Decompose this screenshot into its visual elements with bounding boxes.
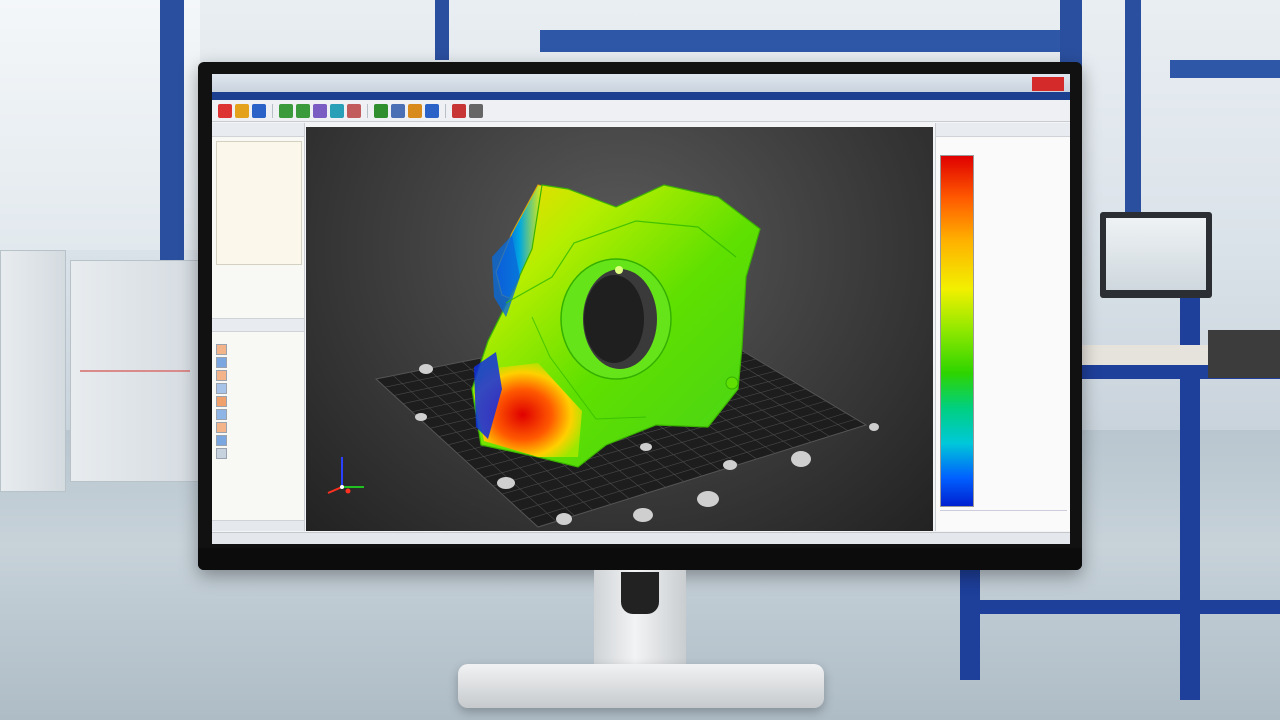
viewport-canvas[interactable]: [306, 127, 933, 531]
background-machine: [1208, 330, 1280, 378]
tree-item[interactable]: [217, 153, 301, 164]
open-icon[interactable]: [235, 103, 249, 118]
result-item[interactable]: [216, 356, 300, 369]
bore-hole-inner: [584, 275, 644, 363]
tree-item[interactable]: [217, 142, 301, 153]
mesh-icon[interactable]: [425, 103, 439, 118]
tree-item[interactable]: [217, 186, 301, 197]
result-item[interactable]: [216, 408, 300, 421]
result-item[interactable]: [216, 382, 300, 395]
steel-column: [435, 0, 449, 60]
toolbar-separator: [445, 103, 446, 118]
analyze-icon[interactable]: [452, 103, 466, 118]
background-monitor-screen: [1106, 218, 1206, 290]
results-section-header: [212, 318, 304, 332]
title-bar: [212, 74, 1070, 92]
tree-item[interactable]: [217, 197, 301, 208]
undo-icon[interactable]: [279, 103, 293, 118]
result-item[interactable]: [216, 369, 300, 382]
redo-icon[interactable]: [296, 103, 310, 118]
result-thumbnail-icon: [216, 357, 227, 368]
property-row: [216, 280, 300, 291]
blue-rack-post: [960, 560, 980, 680]
steel-beam: [540, 30, 1080, 52]
cut-icon[interactable]: [313, 103, 327, 118]
paste-icon[interactable]: [347, 103, 361, 118]
result-thumbnail-icon: [216, 370, 227, 381]
brand-logo: [1032, 77, 1064, 91]
tree-item[interactable]: [217, 208, 301, 219]
cabinet-stripe: [80, 370, 190, 372]
tree-item[interactable]: [217, 219, 301, 230]
ribbon-strip: [212, 92, 1070, 100]
copy-icon[interactable]: [330, 103, 344, 118]
model-tree-panel: [212, 123, 305, 531]
property-row: [216, 269, 300, 280]
monitor-chin: [198, 548, 1082, 570]
bore-marker: [615, 266, 623, 274]
steel-column: [1125, 0, 1141, 230]
tree-item[interactable]: [217, 230, 301, 241]
tree-item[interactable]: [217, 175, 301, 186]
color-scale-bar: [940, 155, 974, 507]
panel-footer: [212, 520, 304, 531]
result-item[interactable]: [216, 447, 300, 460]
3d-viewport[interactable]: [306, 127, 933, 531]
app-window: [212, 74, 1070, 544]
tree-item[interactable]: [217, 241, 301, 252]
result-item[interactable]: [216, 421, 300, 434]
legend-panel: [935, 123, 1070, 531]
steel-column: [160, 0, 184, 300]
rotate-icon[interactable]: [374, 103, 388, 118]
result-thumbnail-icon: [216, 448, 227, 459]
result-thumbnail-icon: [216, 396, 227, 407]
zoom-icon[interactable]: [391, 103, 405, 118]
result-thumbnail-icon: [216, 409, 227, 420]
result-item[interactable]: [216, 343, 300, 356]
status-bar: [212, 532, 1070, 544]
result-item[interactable]: [216, 395, 300, 408]
machine-cabinet: [0, 250, 66, 492]
property-key: [216, 269, 252, 280]
result-thumbnail-icon: [216, 422, 227, 433]
property-key: [216, 280, 252, 291]
settings-icon[interactable]: [469, 103, 483, 118]
pan-icon[interactable]: [408, 103, 422, 118]
panel-header: [212, 123, 304, 137]
legend-header: [936, 123, 1070, 137]
result-thumbnail-icon: [216, 344, 227, 355]
tree-item[interactable]: [217, 252, 301, 263]
steel-beam: [1170, 60, 1280, 78]
toolbar-separator: [367, 103, 368, 118]
tree-item[interactable]: [217, 164, 301, 175]
toolbar: [212, 100, 1070, 122]
result-item[interactable]: [216, 434, 300, 447]
new-file-icon[interactable]: [218, 103, 232, 118]
legend-footer: [940, 510, 1067, 525]
property-key: [216, 291, 252, 302]
blue-rack-rail: [960, 600, 1280, 614]
model-tree: [216, 141, 302, 265]
monitor-stand-base: [458, 664, 824, 708]
result-thumbnail-icon: [216, 383, 227, 394]
toolbar-separator: [272, 103, 273, 118]
result-thumbnail-icon: [216, 435, 227, 446]
axis-triad-icon: [327, 457, 364, 494]
blue-rack-post: [1180, 280, 1200, 700]
property-row: [216, 291, 300, 302]
results-list: [216, 343, 300, 460]
properties-list: [216, 269, 300, 313]
save-icon[interactable]: [252, 103, 266, 118]
stand-cable-slot: [621, 572, 659, 614]
